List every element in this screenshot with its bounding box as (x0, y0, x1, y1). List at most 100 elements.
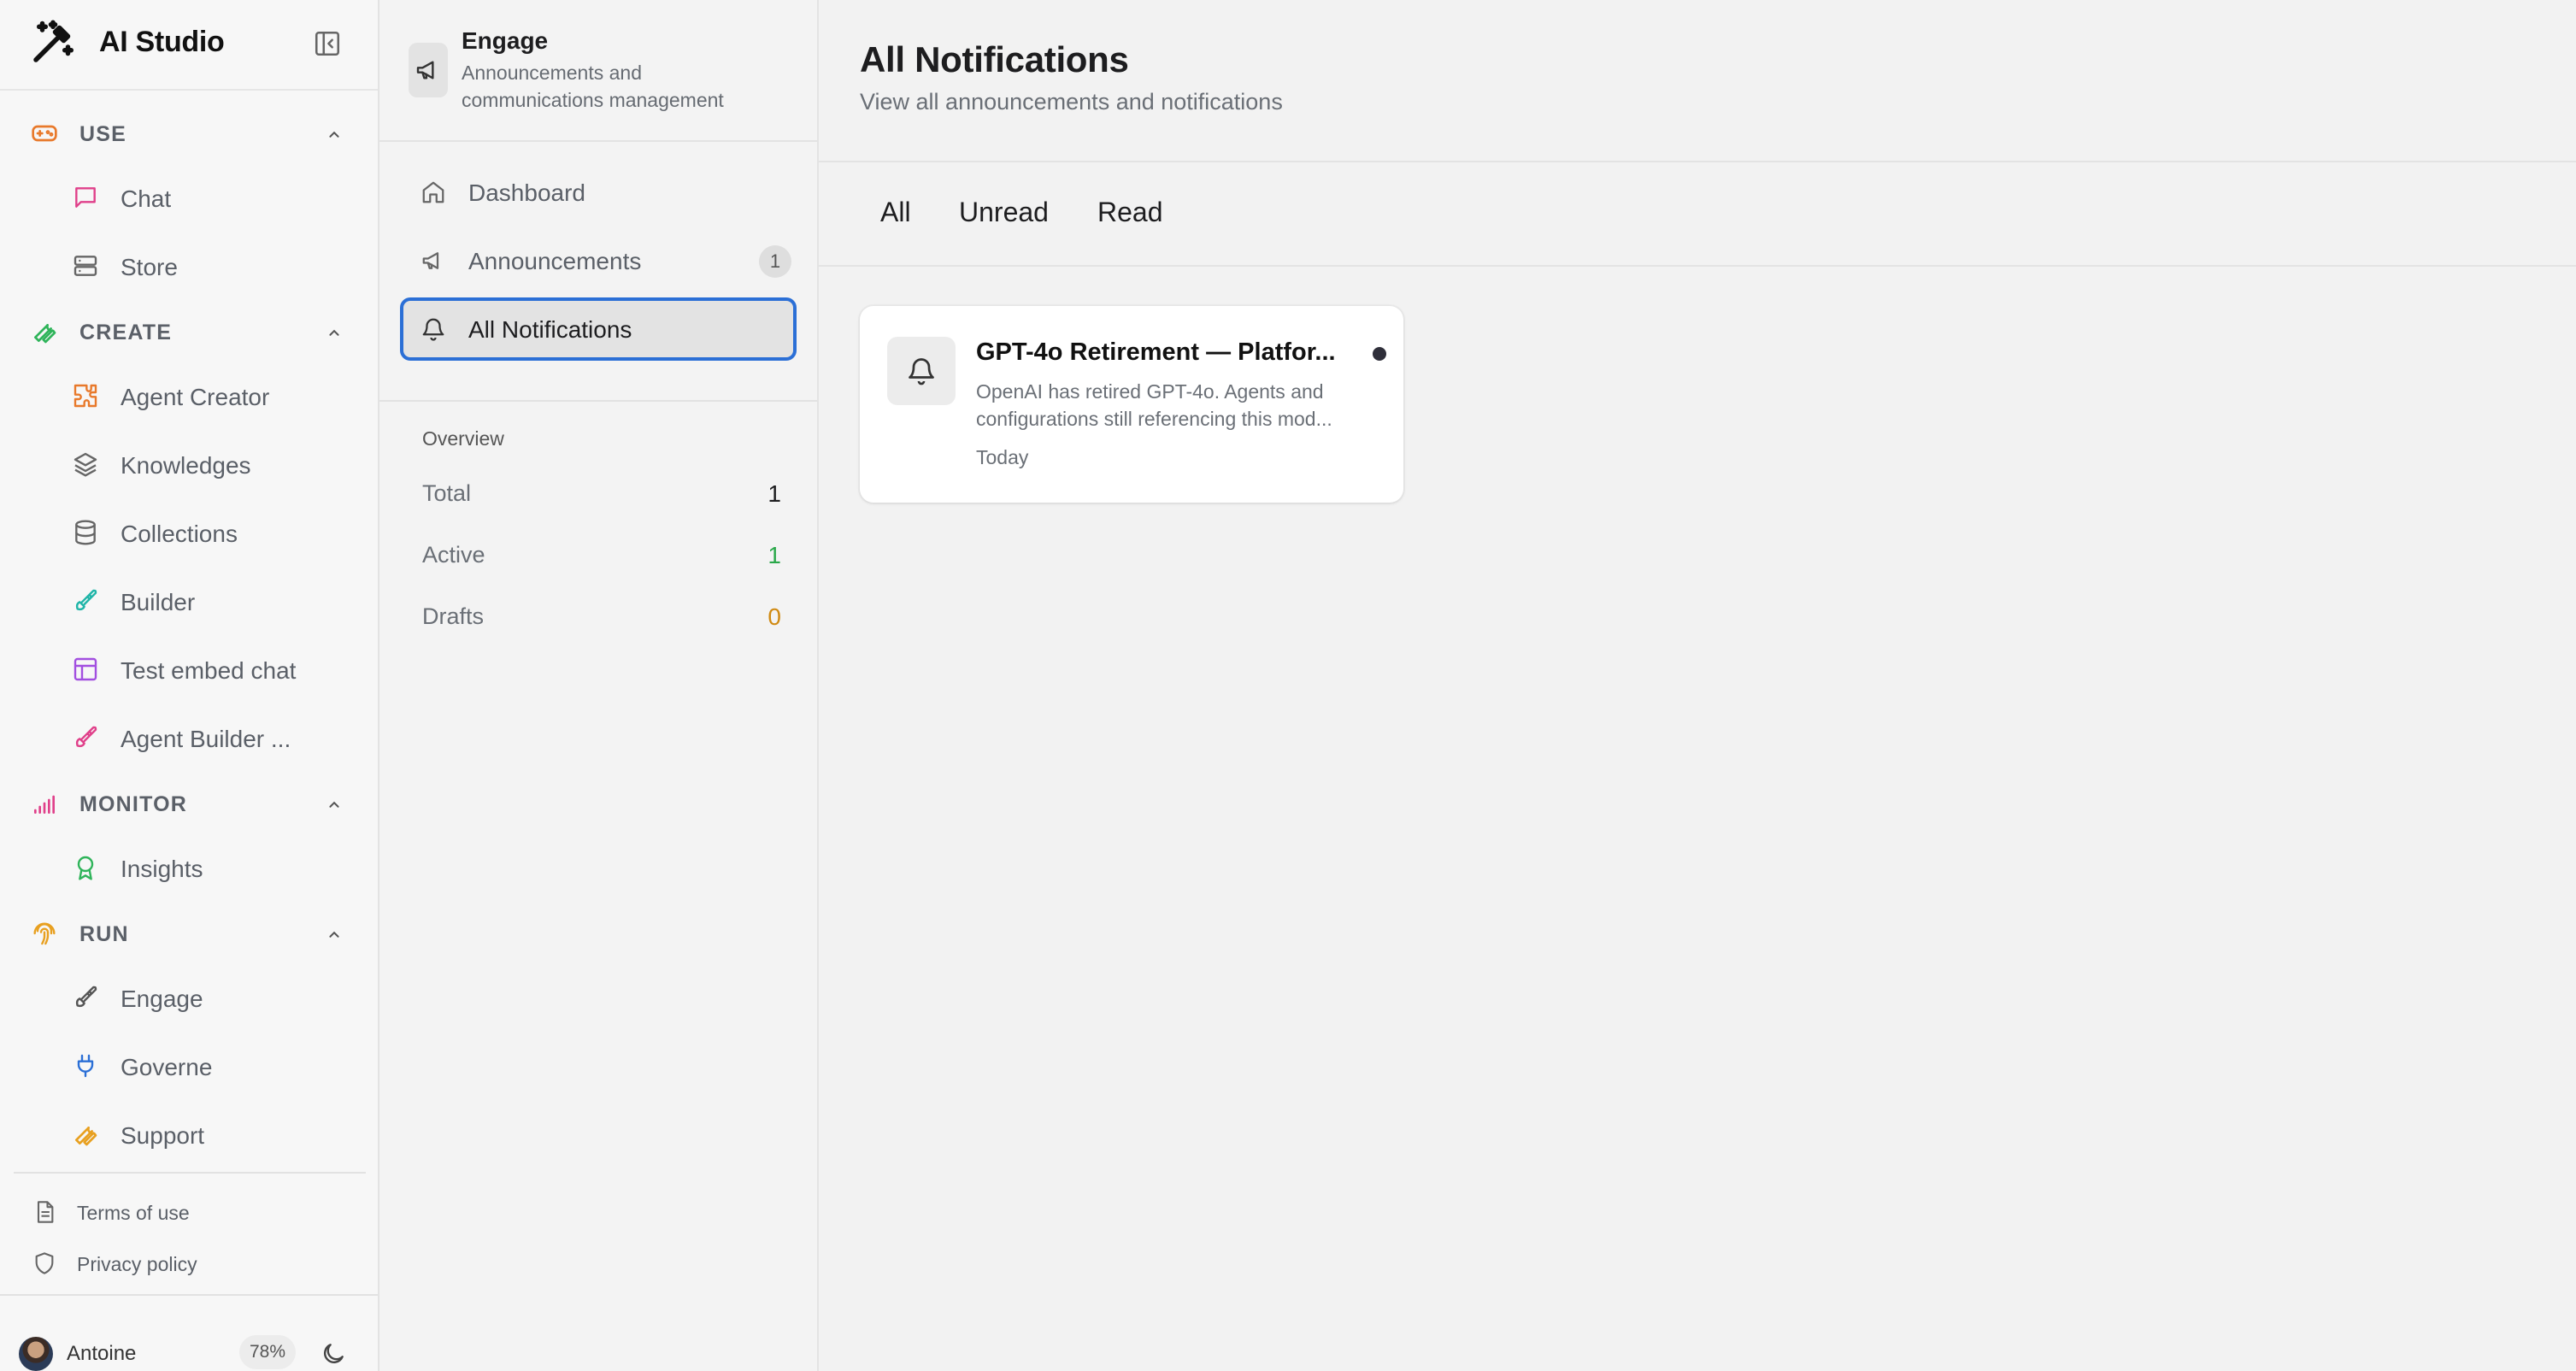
sidebar-item-support[interactable]: Support (0, 1108, 378, 1161)
layout-icon (72, 656, 99, 683)
nav-dashboard[interactable]: Dashboard (400, 161, 797, 224)
notification-title: GPT-4o Retirement — Platfor... (976, 338, 1336, 366)
filter-tabs: All Unread Read (819, 162, 2576, 267)
stat-drafts-value: 0 (768, 603, 781, 630)
tab-all[interactable]: All (880, 197, 911, 228)
shield-icon (32, 1251, 56, 1275)
page-header: All Notifications View all announcements… (819, 0, 2576, 162)
sidebar-item-chat[interactable]: Chat (0, 171, 378, 224)
avatar[interactable] (19, 1337, 53, 1371)
chevron-up-icon (325, 795, 344, 814)
sidebar-item-label: Insights (121, 856, 203, 882)
sidebar-item-label: Governe (121, 1054, 213, 1080)
main-content: All Notifications View all announcements… (819, 0, 2576, 1371)
panel-divider (379, 400, 817, 402)
section-use[interactable]: USE (0, 109, 378, 157)
terms-link[interactable]: Terms of use (0, 1192, 378, 1231)
chevron-up-icon (325, 125, 344, 144)
moon-icon[interactable] (320, 1340, 347, 1368)
document-icon (32, 1200, 56, 1224)
server-icon (72, 252, 99, 279)
section-use-label: USE (79, 122, 127, 146)
sidebar-item-label: Test embed chat (121, 657, 297, 684)
section-run[interactable]: RUN (0, 909, 378, 957)
puzzle-icon (72, 382, 99, 409)
sidebar-item-label: Knowledges (121, 452, 251, 479)
section-monitor[interactable]: MONITOR (0, 780, 378, 827)
wrench-icon (72, 1121, 99, 1148)
page-title: All Notifications (860, 39, 1129, 79)
stat-active-value: 1 (768, 542, 781, 568)
rocket-icon (72, 587, 99, 615)
award-icon (72, 854, 99, 881)
layers-icon (72, 450, 99, 478)
sidebar-item-store[interactable]: Store (0, 239, 378, 292)
nav-dashboard-label: Dashboard (468, 179, 585, 206)
overview-title: Overview (422, 427, 504, 450)
sidebar-item-test-embed-chat[interactable]: Test embed chat (0, 643, 378, 696)
sidebar-item-agent-creator[interactable]: Agent Creator (0, 369, 378, 422)
signal-bars-icon (31, 790, 58, 817)
privacy-link[interactable]: Privacy policy (0, 1243, 378, 1282)
user-name[interactable]: Antoine (67, 1342, 136, 1366)
tab-unread[interactable]: Unread (959, 197, 1049, 228)
nav-all-notifications-label: All Notifications (468, 316, 632, 343)
main-sidebar: AI Studio USE Chat Store CREATE Agent Cr… (0, 0, 379, 1371)
section-run-label: RUN (79, 922, 129, 946)
announcements-count-badge: 1 (759, 245, 791, 278)
stat-active: Active 1 (422, 537, 781, 571)
sidebar-item-label: Chat (121, 185, 172, 212)
fingerprint-icon (31, 920, 58, 947)
tab-read[interactable]: Read (1097, 197, 1163, 228)
sidebar-item-engage[interactable]: Engage (0, 971, 378, 1024)
stat-total-value: 1 (768, 480, 781, 507)
home-icon (421, 179, 446, 205)
sidebar-item-insights[interactable]: Insights (0, 841, 378, 894)
stat-drafts: Drafts 0 (422, 598, 781, 633)
chevron-up-icon (325, 323, 344, 342)
stat-drafts-label: Drafts (422, 603, 485, 629)
rocket-icon (72, 984, 99, 1011)
plug-icon (72, 1052, 99, 1080)
user-divider (0, 1294, 378, 1296)
rocket-icon (72, 724, 99, 751)
wrench-icon (31, 318, 58, 345)
sidebar-item-label: Agent Creator (121, 384, 270, 410)
sidebar-item-builder[interactable]: Builder (0, 574, 378, 627)
sidebar-divider (14, 1172, 366, 1174)
terms-label: Terms of use (77, 1202, 190, 1224)
engage-subtitle: Announcements and communications managem… (462, 62, 724, 111)
brand-header: AI Studio (0, 0, 378, 91)
bell-icon (887, 337, 956, 405)
section-create-label: CREATE (79, 321, 173, 344)
nav-all-notifications[interactable]: All Notifications (400, 297, 797, 361)
notification-card[interactable]: GPT-4o Retirement — Platfor... OpenAI ha… (860, 306, 1403, 503)
gamepad-icon (31, 120, 58, 147)
stat-total: Total 1 (422, 475, 781, 509)
sidebar-item-governe[interactable]: Governe (0, 1039, 378, 1092)
stat-total-label: Total (422, 480, 472, 506)
nav-announcements-label: Announcements (468, 248, 642, 274)
unread-indicator (1373, 347, 1386, 361)
sidebar-collapse-icon[interactable] (313, 29, 342, 58)
section-monitor-label: MONITOR (79, 792, 187, 816)
usage-badge: 78% (239, 1335, 296, 1369)
stat-active-label: Active (422, 542, 485, 568)
magic-wand-icon[interactable] (27, 17, 79, 68)
sidebar-item-label: Support (121, 1122, 205, 1149)
sidebar-item-label: Engage (121, 986, 203, 1012)
sidebar-item-label: Builder (121, 589, 196, 615)
notification-date: Today (976, 446, 1029, 468)
chat-bubble-icon (72, 184, 99, 211)
section-create[interactable]: CREATE (0, 308, 378, 356)
megaphone-icon (409, 43, 448, 97)
engage-title: Engage (462, 27, 549, 54)
database-icon (72, 519, 99, 546)
sidebar-item-agent-builder[interactable]: Agent Builder ... (0, 711, 378, 764)
sidebar-item-label: Store (121, 254, 178, 280)
sidebar-item-knowledges[interactable]: Knowledges (0, 438, 378, 491)
nav-announcements[interactable]: Announcements 1 (400, 229, 797, 292)
sidebar-item-collections[interactable]: Collections (0, 506, 378, 559)
sidebar-item-label: Collections (121, 521, 238, 547)
bell-icon (421, 316, 446, 342)
